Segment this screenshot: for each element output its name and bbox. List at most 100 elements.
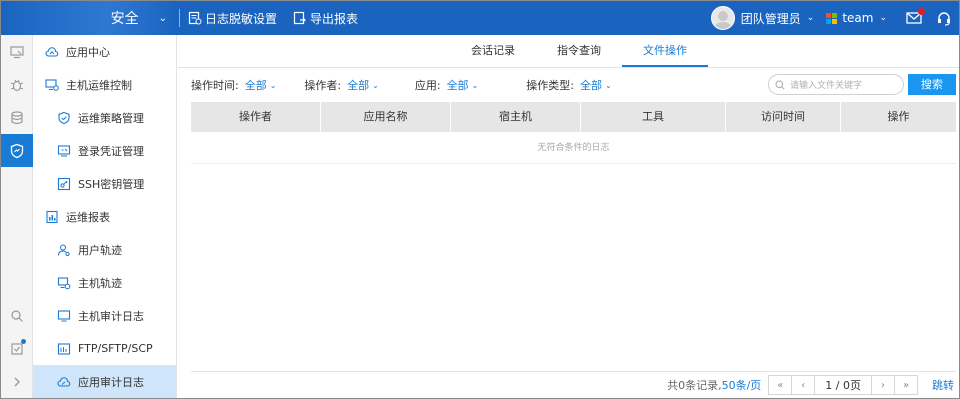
sidebar-item-label: 用户轨迹 [78,243,122,257]
sidebar-item-ftp[interactable]: FTP/SFTP/SCP [33,332,176,365]
sidebar-item-label: 主机运维控制 [66,78,132,92]
host-control-icon [45,78,59,91]
filter-operator-select[interactable]: 全部 ⌄ [347,77,379,93]
team-name[interactable]: team [842,11,873,25]
double-chevron-right-icon: » [902,379,910,391]
chevron-down-icon: ⌄ [372,80,379,90]
log-desensitize-settings-button[interactable]: 日志脱敏设置 [188,10,277,27]
tab-session-records[interactable]: 会话记录 [450,35,536,67]
sidebar-item-credentials[interactable]: 登录凭证管理 [33,134,176,167]
chevron-left-icon: ‹ [801,379,806,391]
pagination: 共0条记录, 50条/页 « ‹ 1 / 0页 › » 跳转 [191,371,956,398]
chevron-down-icon[interactable]: ⌄ [807,13,815,23]
cloud-app-icon [45,46,59,57]
tab-command-query[interactable]: 指令查询 [536,35,622,67]
first-page-button[interactable]: « [768,375,793,395]
chevron-down-icon: ⌄ [269,80,277,90]
filter-value: 全部 [446,79,469,92]
search-icon [11,309,23,322]
column-header-operation: 操作 [887,110,910,123]
host-track-icon [57,276,71,289]
search-input[interactable]: 请输入文件关键字 [768,74,904,95]
page-info: 1 / 0页 [814,375,872,395]
sidebar-item-label: 应用中心 [66,45,110,59]
sidebar-item-host-audit-log[interactable]: 主机审计日志 [33,299,176,332]
rail-item-tasks[interactable] [1,332,33,365]
rail-item-monitor[interactable] [1,35,33,68]
total-records: 共0条记录, [667,379,722,392]
search-icon [775,80,785,90]
tab-file-operations[interactable]: 文件操作 [622,35,708,67]
report-icon [46,210,58,223]
filter-bar: 操作时间: 全部 ⌄ 操作者: 全部 ⌄ 应用: 全部 ⌄ 操作类型: 全部 ⌄ 请输入… [178,68,959,102]
last-page-button[interactable]: » [894,375,918,395]
app-audit-icon [57,376,71,387]
top-right-area: 团队管理员 ⌄ team ⌄ [710,1,959,35]
rail-item-bug[interactable] [1,68,33,101]
export-report-button[interactable]: 导出报表 [293,10,358,27]
sidebar-item-label: 运维策略管理 [78,111,144,125]
database-icon [11,110,23,124]
user-name[interactable]: 团队管理员 [741,10,801,27]
filter-operator-label: 操作者: [304,79,342,92]
module-title[interactable]: 安全 [111,8,139,28]
log-settings-icon [188,11,202,25]
sidebar-item-app-center[interactable]: 应用中心 [33,35,176,68]
filter-app-select[interactable]: 全部 ⌄ [447,77,479,93]
filter-value: 全部 [579,79,602,92]
tab-bar: 会话记录 指令查询 文件操作 [178,35,959,68]
rail-item-database[interactable] [1,101,33,134]
sidebar-item-host-control[interactable]: 主机运维控制 [33,68,176,101]
main-content: 会话记录 指令查询 文件操作 操作时间: 全部 ⌄ 操作者: 全部 ⌄ 应用: 全部… [178,35,959,398]
microsoft-logo-icon [826,12,838,24]
chevron-down-icon[interactable]: ⌄ [159,13,167,24]
export-report-icon [293,11,306,25]
messages-button[interactable] [899,1,929,35]
shield-icon [10,143,24,158]
sidebar-item-label: 应用审计日志 [78,375,144,389]
filter-value: 全部 [347,79,370,92]
host-audit-icon [57,309,71,321]
sidebar-item-user-track[interactable]: 用户轨迹 [33,233,176,266]
expand-icon [14,377,20,386]
column-header-tool: 工具 [581,102,726,132]
jump-link[interactable]: 跳转 [932,377,954,393]
column-header-operator: 操作者 [191,102,321,132]
log-settings-label: 日志脱敏设置 [205,11,278,26]
page-size-select[interactable]: 50条/页 [722,377,762,393]
next-page-button[interactable]: › [871,375,895,395]
rail-bottom [1,299,33,398]
column-header-access-time: 访问时间 [726,102,841,132]
notification-dot [918,8,925,15]
chevron-down-icon: ⌄ [604,80,612,90]
filter-app-label: 应用: [414,79,441,92]
table-header: 操作者 应用名称 宿主机 工具 访问时间 操作 [191,102,956,132]
filter-time-select[interactable]: 全部 ⌄ [245,77,277,93]
rail-item-expand[interactable] [1,365,33,398]
filter-op-type-label: 操作类型: [526,79,574,92]
brand-area[interactable]: 安全 ⌄ [1,1,177,35]
ftp-icon [57,342,71,355]
icon-rail [1,35,33,398]
sidebar-item-host-track[interactable]: 主机轨迹 [33,266,176,299]
filter-value: 全部 [244,79,267,92]
filter-op-type-select[interactable]: 全部 ⌄ [580,77,612,93]
user-track-icon [57,243,70,256]
search-button[interactable]: 搜索 [908,74,956,95]
column-header-app-name: 应用名称 [321,102,451,132]
rail-item-search[interactable] [1,299,33,332]
sidebar-item-ops-report[interactable]: 运维报表 [33,200,176,233]
rail-item-security[interactable] [1,134,33,167]
prev-page-button[interactable]: ‹ [791,375,816,395]
bug-icon [10,79,24,91]
sidebar-item-ssh-keys[interactable]: SSH密钥管理 [33,167,176,200]
sidebar-item-app-audit-log[interactable]: 应用审计日志 [33,365,176,398]
sidebar-item-label: 主机审计日志 [78,309,144,323]
headset-icon [938,12,950,26]
support-button[interactable] [929,1,959,35]
chevron-down-icon[interactable]: ⌄ [879,13,887,23]
double-chevron-left-icon: « [777,379,784,391]
avatar[interactable] [710,6,735,30]
sidebar-item-ops-policy[interactable]: 运维策略管理 [33,101,176,134]
key-icon [57,177,71,190]
